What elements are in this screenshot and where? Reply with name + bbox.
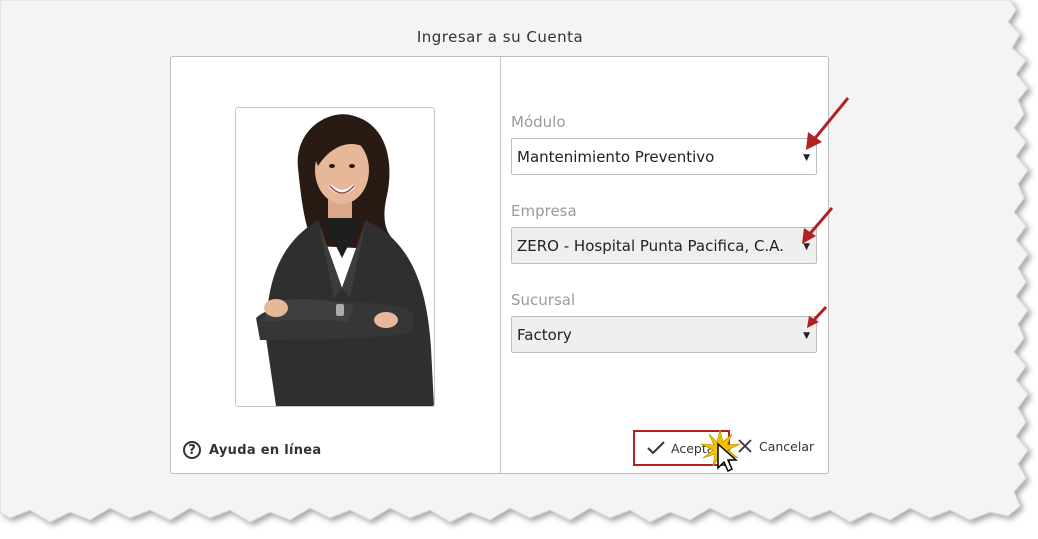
empresa-label: Empresa <box>511 202 577 220</box>
online-help-link[interactable]: ? Ayuda en línea <box>183 441 322 459</box>
question-circle-icon: ? <box>183 441 201 459</box>
cancel-label: Cancelar <box>759 438 815 454</box>
annotation-arrow-icon <box>806 97 850 150</box>
click-burst-cursor-icon <box>700 429 741 473</box>
cancel-button[interactable]: Cancelar <box>737 438 814 454</box>
dialog-title: Ingresar a su Cuenta <box>416 28 584 46</box>
annotation-arrow-icon <box>807 305 828 328</box>
checkmark-icon <box>647 441 665 455</box>
online-help-label: Ayuda en línea <box>209 442 322 458</box>
modulo-select[interactable]: Mantenimiento Preventivo ▼ <box>511 138 817 175</box>
empresa-select[interactable]: ZERO - Hospital Punta Pacifica, C.A. ▼ <box>511 227 817 264</box>
empresa-select-value: ZERO - Hospital Punta Pacifica, C.A. <box>517 236 784 255</box>
sucursal-select[interactable]: Factory ▼ <box>511 316 817 353</box>
businesswoman-portrait-image <box>256 114 434 406</box>
panel-divider <box>500 57 501 473</box>
sucursal-select-value: Factory <box>517 325 572 344</box>
modulo-label: Módulo <box>511 113 566 131</box>
chevron-down-icon: ▼ <box>803 153 810 163</box>
sucursal-label: Sucursal <box>511 291 576 309</box>
login-panel: ? Ayuda en línea Módulo Mantenimiento Pr… <box>170 56 829 474</box>
annotation-arrow-icon <box>802 207 834 244</box>
modulo-select-value: Mantenimiento Preventivo <box>517 147 715 166</box>
user-photo <box>235 107 435 407</box>
chevron-down-icon: ▼ <box>803 331 810 341</box>
